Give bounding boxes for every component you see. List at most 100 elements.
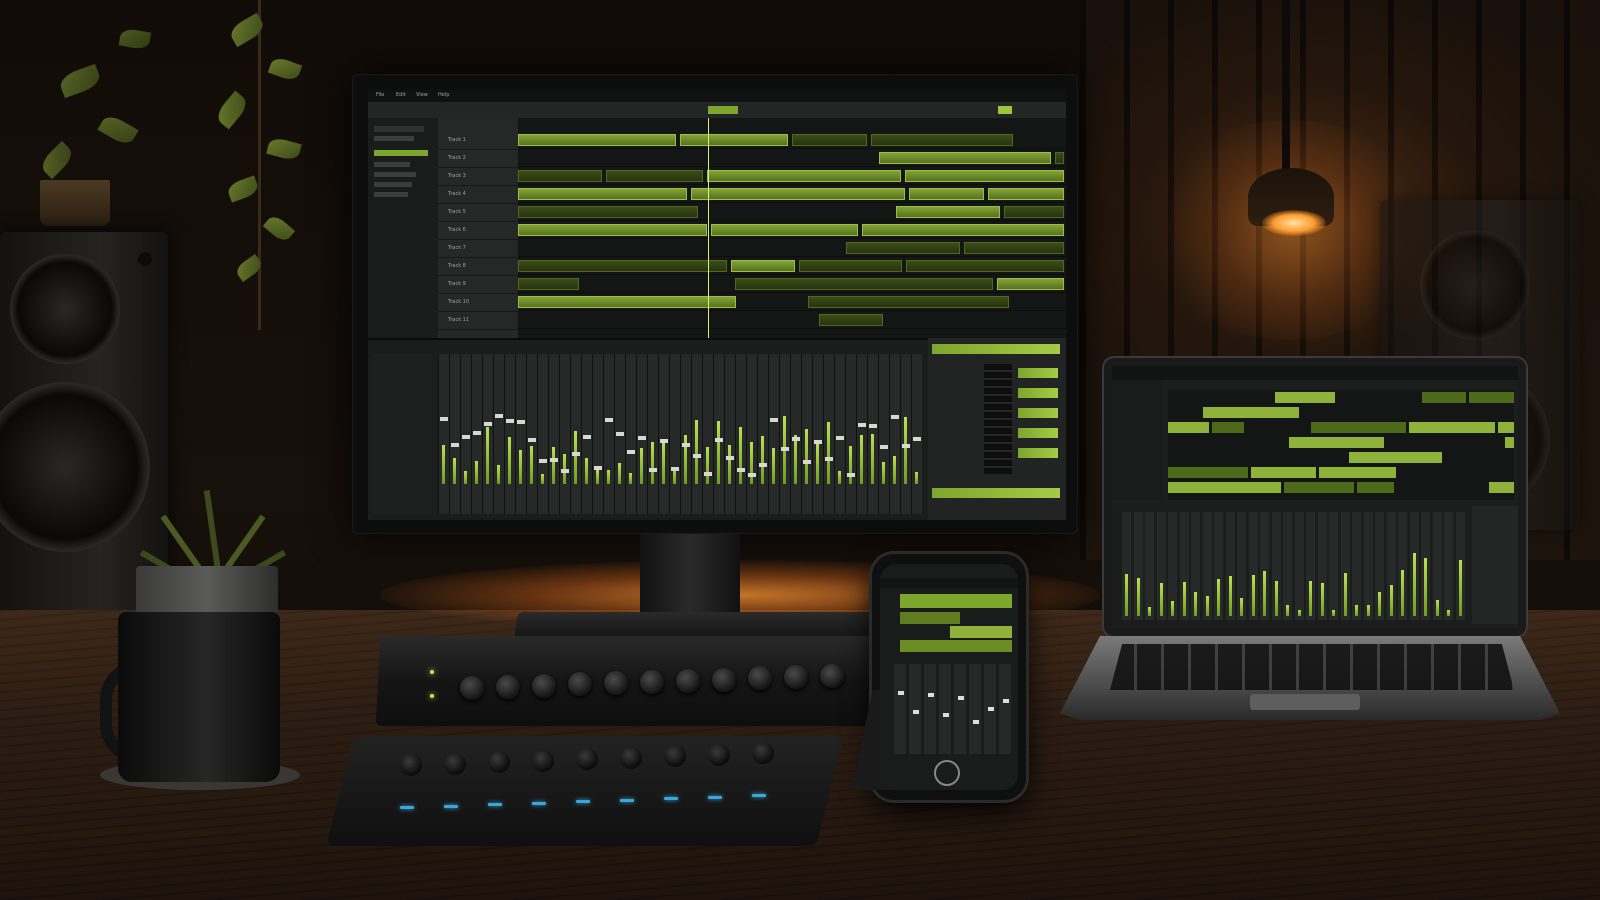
- track-header[interactable]: Track 10: [438, 294, 518, 312]
- audio-clip[interactable]: [518, 224, 707, 236]
- channel-fader[interactable]: [583, 435, 591, 439]
- controller-knob[interactable]: [532, 749, 554, 772]
- channel-fader[interactable]: [484, 422, 492, 426]
- record-toggle[interactable]: [998, 106, 1012, 114]
- laptop-clip[interactable]: [1212, 422, 1244, 433]
- audio-clip[interactable]: [606, 170, 703, 182]
- audio-clip[interactable]: [707, 170, 901, 182]
- laptop-clip[interactable]: [1422, 392, 1466, 403]
- controller-knob[interactable]: [400, 754, 422, 776]
- interface-knob[interactable]: [640, 670, 664, 694]
- menu-file[interactable]: File: [376, 93, 384, 98]
- channel-fader[interactable]: [825, 457, 833, 461]
- phone-fader[interactable]: [1003, 699, 1009, 703]
- laptop-clip[interactable]: [1251, 467, 1316, 478]
- audio-clip[interactable]: [906, 260, 1064, 272]
- interface-knob[interactable]: [604, 671, 628, 696]
- laptop-clip[interactable]: [1469, 392, 1514, 403]
- audio-clip[interactable]: [792, 134, 867, 146]
- channel-fader[interactable]: [561, 469, 569, 473]
- laptop-clip[interactable]: [1168, 482, 1281, 493]
- channel-fader[interactable]: [847, 473, 855, 477]
- phone-fader[interactable]: [958, 696, 964, 700]
- track-header[interactable]: Track 1: [438, 132, 518, 150]
- phone-fader[interactable]: [988, 707, 994, 711]
- track-header[interactable]: Track 11: [438, 312, 518, 330]
- laptop-clip[interactable]: [1284, 482, 1354, 493]
- track-header[interactable]: Track 9: [438, 276, 518, 294]
- channel-fader[interactable]: [803, 460, 811, 464]
- audio-clip[interactable]: [735, 278, 993, 290]
- channel-fader[interactable]: [693, 454, 701, 458]
- laptop-clip[interactable]: [1409, 422, 1495, 433]
- channel-fader[interactable]: [473, 431, 481, 435]
- controller-knob[interactable]: [708, 743, 730, 766]
- playhead[interactable]: [708, 118, 709, 338]
- channel-fader[interactable]: [594, 466, 602, 470]
- channel-fader[interactable]: [638, 436, 646, 440]
- track-header[interactable]: Track 3: [438, 168, 518, 186]
- audio-clip[interactable]: [680, 134, 788, 146]
- channel-fader[interactable]: [902, 444, 910, 448]
- channel-fader[interactable]: [451, 443, 459, 447]
- channel-fader[interactable]: [869, 424, 877, 428]
- channel-fader[interactable]: [814, 440, 822, 444]
- audio-clip[interactable]: [808, 296, 1009, 308]
- laptop-clip[interactable]: [1505, 437, 1514, 448]
- phone-fader[interactable]: [928, 693, 934, 697]
- audio-clip[interactable]: [909, 188, 984, 200]
- channel-fader[interactable]: [550, 458, 558, 462]
- channel-fader[interactable]: [539, 459, 547, 463]
- channel-fader[interactable]: [517, 420, 525, 424]
- channel-fader[interactable]: [715, 438, 723, 442]
- laptop-clip[interactable]: [1289, 437, 1384, 448]
- channel-fader[interactable]: [627, 450, 635, 454]
- channel-fader[interactable]: [495, 414, 503, 418]
- laptop-clip[interactable]: [1319, 467, 1396, 478]
- laptop-clip[interactable]: [1168, 467, 1248, 478]
- interface-knob[interactable]: [820, 664, 844, 688]
- channel-fader[interactable]: [726, 456, 734, 460]
- channel-fader[interactable]: [660, 439, 668, 443]
- track-header[interactable]: Track 5: [438, 204, 518, 222]
- laptop-clip[interactable]: [1498, 422, 1514, 433]
- channel-fader[interactable]: [671, 467, 679, 471]
- channel-fader[interactable]: [605, 418, 613, 422]
- phone-fader[interactable]: [973, 720, 979, 724]
- phone-fader[interactable]: [898, 691, 904, 695]
- channel-fader[interactable]: [858, 423, 866, 427]
- channel-fader[interactable]: [836, 436, 844, 440]
- controller-knob[interactable]: [664, 745, 686, 767]
- audio-clip[interactable]: [518, 206, 698, 218]
- track-header[interactable]: Track 6: [438, 222, 518, 240]
- interface-knob[interactable]: [568, 672, 592, 697]
- controller-knob[interactable]: [488, 751, 510, 773]
- controller-knob[interactable]: [444, 752, 466, 775]
- audio-clip[interactable]: [1004, 206, 1064, 218]
- channel-fader[interactable]: [440, 417, 448, 421]
- audio-clip[interactable]: [691, 188, 905, 200]
- channel-fader[interactable]: [792, 437, 800, 441]
- channel-fader[interactable]: [528, 438, 536, 442]
- audio-clip[interactable]: [711, 224, 858, 236]
- channel-fader[interactable]: [913, 437, 921, 441]
- audio-clip[interactable]: [518, 188, 687, 200]
- channel-fader[interactable]: [649, 468, 657, 472]
- interface-knob[interactable]: [712, 667, 736, 692]
- track-header[interactable]: Track 7: [438, 240, 518, 258]
- audio-clip[interactable]: [1055, 152, 1064, 164]
- audio-clip[interactable]: [879, 152, 1051, 164]
- channel-fader[interactable]: [759, 463, 767, 467]
- channel-fader[interactable]: [506, 419, 514, 423]
- controller-knob[interactable]: [576, 748, 598, 770]
- controller-knob[interactable]: [752, 742, 774, 764]
- browser-selected-item[interactable]: [374, 150, 428, 156]
- laptop-clip[interactable]: [1489, 482, 1514, 493]
- position-display[interactable]: [708, 106, 738, 114]
- audio-clip[interactable]: [518, 260, 727, 272]
- audio-clip[interactable]: [862, 224, 1064, 236]
- interface-knob[interactable]: [496, 674, 520, 699]
- channel-fader[interactable]: [572, 452, 580, 456]
- channel-fader[interactable]: [770, 418, 778, 422]
- audio-clip[interactable]: [518, 170, 602, 182]
